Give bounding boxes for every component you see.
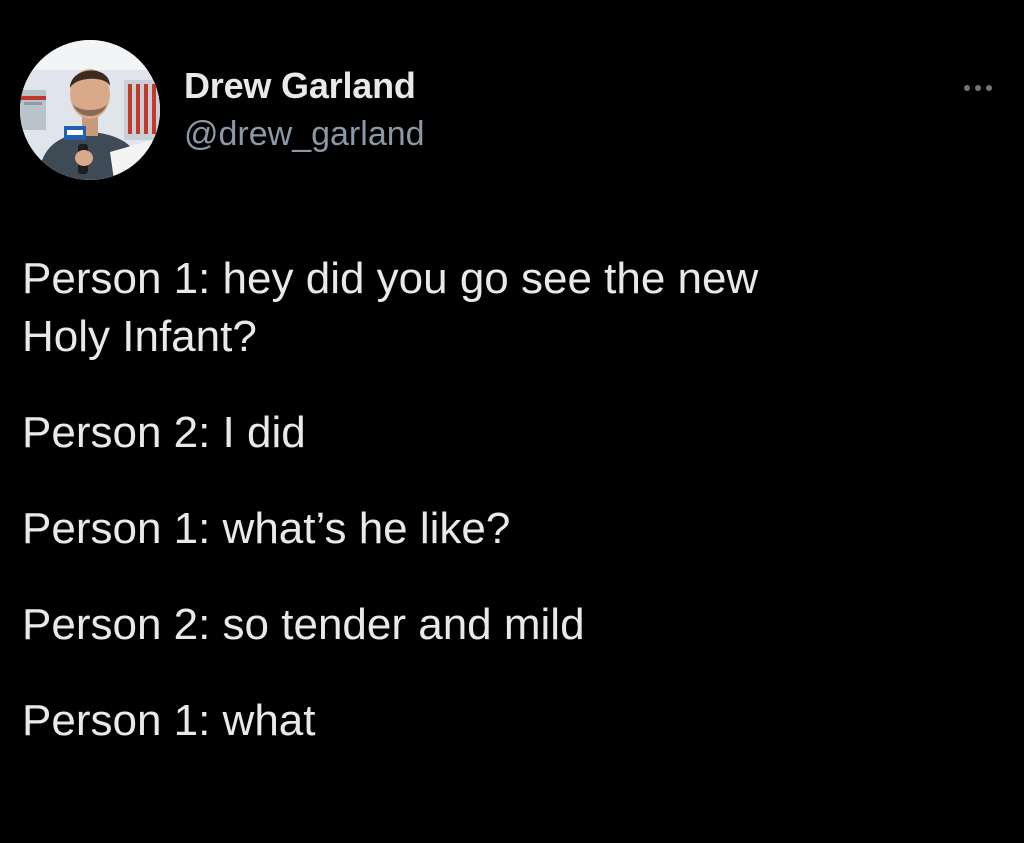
tweet-line: Person 1: hey did you go see the new xyxy=(22,254,759,303)
tweet-card: Drew Garland @drew_garland Person 1: hey… xyxy=(0,0,1024,843)
more-options-icon xyxy=(964,85,992,91)
tweet-line: Holy Infant? xyxy=(22,312,257,361)
author-handle[interactable]: @drew_garland xyxy=(184,112,425,156)
tweet-line: Person 1: what xyxy=(22,696,316,745)
person-photo-icon xyxy=(20,40,160,180)
tweet-line: Person 2: I did xyxy=(22,408,306,457)
tweet-line: Person 2: so tender and mild xyxy=(22,600,585,649)
tweet-text: Person 1: hey did you go see the new Hol… xyxy=(22,250,1002,750)
tweet-header: Drew Garland @drew_garland xyxy=(20,40,1004,180)
more-options-button[interactable] xyxy=(956,76,1000,100)
tweet-line: Person 1: what’s he like? xyxy=(22,504,511,553)
avatar[interactable] xyxy=(20,40,160,180)
author-names: Drew Garland @drew_garland xyxy=(184,64,425,156)
author-display-name[interactable]: Drew Garland xyxy=(184,64,425,108)
